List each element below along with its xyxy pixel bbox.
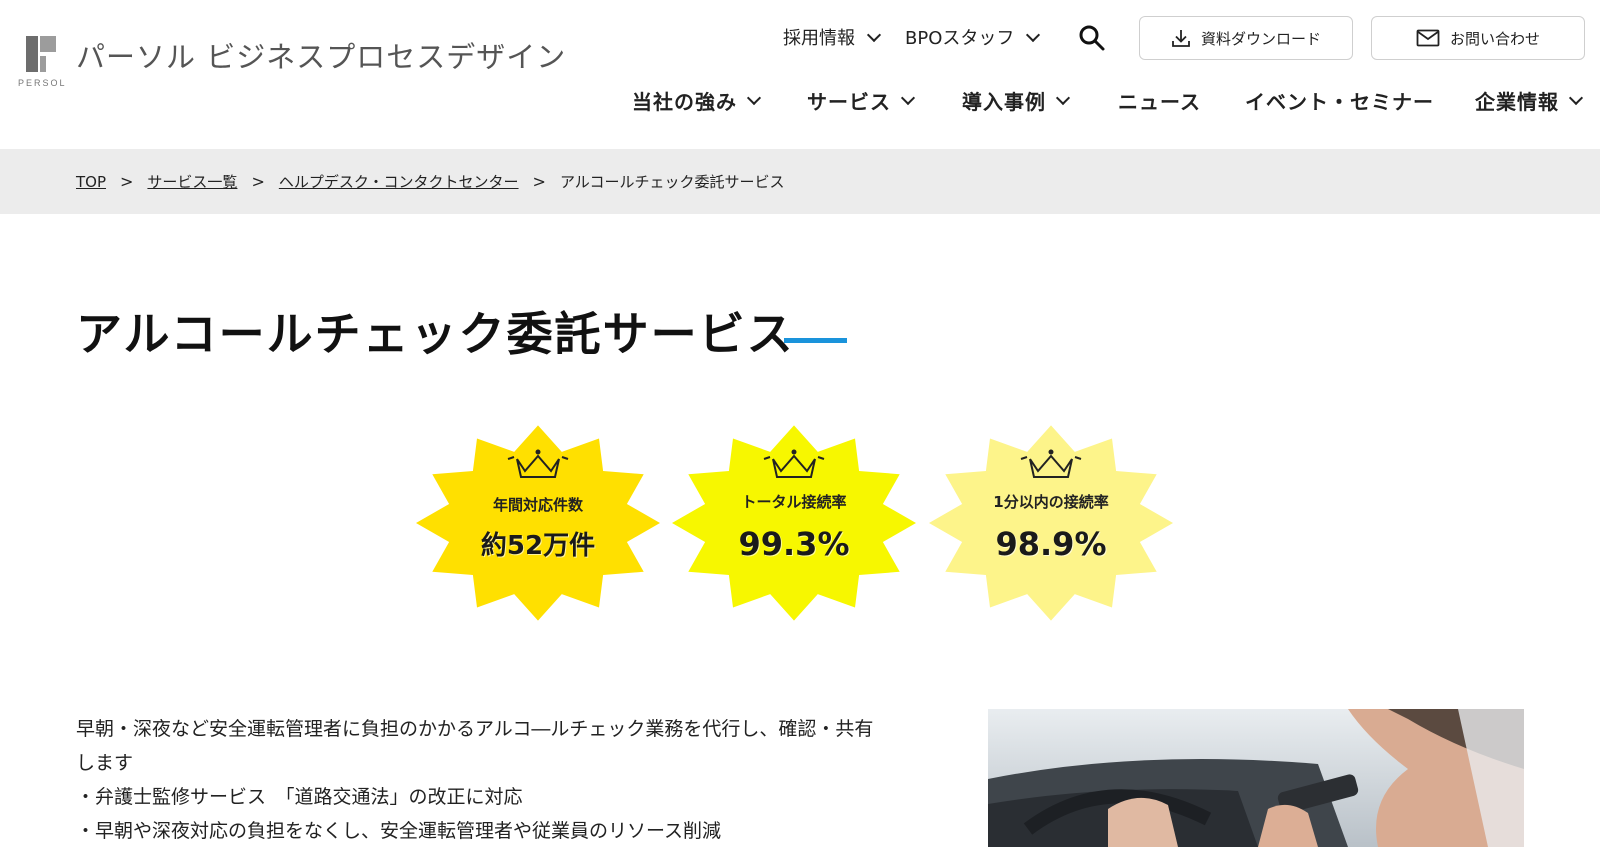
nav-news[interactable]: ニュース xyxy=(1118,86,1201,115)
photo-illustration xyxy=(988,709,1524,847)
breadcrumb-current: アルコールチェック委託サービス xyxy=(559,173,785,191)
nav-label: サービス xyxy=(807,90,891,114)
nav-strengths[interactable]: 当社の強み xyxy=(632,86,762,115)
util-nav-bpo-staff[interactable]: BPOスタッフ xyxy=(905,24,1041,50)
site-header: PERSOL パーソル ビジネスプロセスデザイン 採用情報 BPOスタッフ 資料… xyxy=(0,0,1600,149)
contact-button[interactable]: お問い合わせ xyxy=(1371,16,1585,60)
breadcrumb: TOP > サービス一覧 > ヘルプデスク・コンタクトセンター > アルコールチ… xyxy=(76,171,785,192)
stat-label: 1分以内の接続率 xyxy=(993,493,1109,511)
alcohol-check-photo xyxy=(988,709,1524,847)
nav-events[interactable]: イベント・セミナー xyxy=(1245,86,1434,115)
search-button[interactable] xyxy=(1078,24,1106,52)
breadcrumb-bar: TOP > サービス一覧 > ヘルプデスク・コンタクトセンター > アルコールチ… xyxy=(0,149,1600,214)
logo-mark xyxy=(26,36,56,72)
breadcrumb-link-top[interactable]: TOP xyxy=(76,173,106,191)
chevron-down-icon xyxy=(1568,90,1584,106)
nav-label: 企業情報 xyxy=(1475,90,1559,114)
intro-line: します xyxy=(76,752,134,774)
chevron-down-icon xyxy=(1055,90,1071,106)
util-nav-label: 採用情報 xyxy=(783,28,855,49)
contact-label: お問い合わせ xyxy=(1449,29,1540,48)
nav-label: ニュース xyxy=(1118,90,1201,114)
site-name[interactable]: パーソル ビジネスプロセスデザイン xyxy=(76,34,566,76)
nav-label: 当社の強み xyxy=(632,90,737,114)
stat-badge-total-connection: トータル接続率 99.3% xyxy=(669,425,919,621)
stat-badge-annual-cases: 年間対応件数 約52万件 xyxy=(413,425,663,621)
util-nav-label: BPOスタッフ xyxy=(905,28,1015,49)
chevron-down-icon xyxy=(900,90,916,106)
persol-logo[interactable]: PERSOL xyxy=(18,36,67,88)
breadcrumb-link-services[interactable]: サービス一覧 xyxy=(147,171,237,192)
stat-value: 99.3% xyxy=(738,525,850,563)
intro-bullet: ・早朝や深夜対応の負担をなくし、安全運転管理者や従業員のリソース削減 xyxy=(76,820,722,842)
breadcrumb-link-helpdesk[interactable]: ヘルプデスク・コンタクトセンター xyxy=(279,171,519,192)
chevron-down-icon xyxy=(866,27,882,42)
nav-company[interactable]: 企業情報 xyxy=(1475,86,1584,115)
download-button[interactable]: 資料ダウンロード xyxy=(1139,16,1353,60)
mail-icon xyxy=(1416,29,1440,47)
stat-badge-one-minute-connection: 1分以内の接続率 98.9% xyxy=(926,425,1176,621)
download-icon xyxy=(1172,30,1190,47)
stat-label: トータル接続率 xyxy=(741,493,847,511)
chevron-down-icon xyxy=(1026,27,1041,42)
stat-label: 年間対応件数 xyxy=(492,496,583,514)
page-title: アルコールチェック委託サービス xyxy=(76,307,795,361)
breadcrumb-separator: > xyxy=(120,172,134,191)
logo-word: PERSOL xyxy=(18,78,67,88)
intro-text: 早朝・深夜など安全運転管理者に負担のかかるアルコ―ルチェック業務を代行し、確認・… xyxy=(76,712,936,848)
crown-icon xyxy=(507,449,569,478)
intro-line: 早朝・深夜など安全運転管理者に負担のかかるアルコ―ルチェック業務を代行し、確認・… xyxy=(76,718,874,740)
crown-icon xyxy=(1020,449,1082,478)
crown-icon xyxy=(763,449,825,478)
search-icon xyxy=(1079,25,1105,51)
breadcrumb-separator: > xyxy=(251,172,265,191)
nav-case-studies[interactable]: 導入事例 xyxy=(962,86,1071,115)
nav-label: イベント・セミナー xyxy=(1245,90,1434,114)
title-accent-line xyxy=(784,338,847,343)
intro-bullet: ・弁護士監修サービス 「道路交通法」の改正に対応 xyxy=(76,786,523,808)
chevron-down-icon xyxy=(746,90,762,106)
breadcrumb-separator: > xyxy=(532,172,546,191)
stat-value: 約52万件 xyxy=(480,531,596,561)
util-nav-recruit[interactable]: 採用情報 xyxy=(783,24,882,50)
download-label: 資料ダウンロード xyxy=(1200,29,1321,48)
nav-services[interactable]: サービス xyxy=(807,86,916,115)
nav-label: 導入事例 xyxy=(962,90,1046,114)
stat-value: 98.9% xyxy=(995,525,1107,563)
